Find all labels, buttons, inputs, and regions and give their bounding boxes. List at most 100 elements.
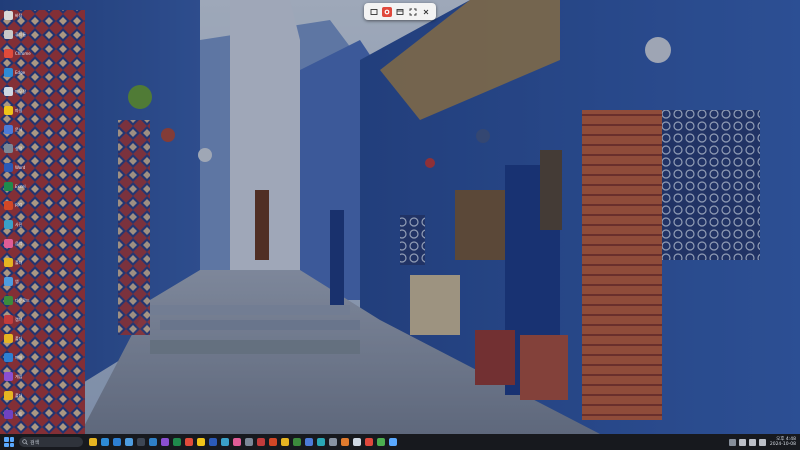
desktop-icon[interactable]: Edge <box>4 63 42 81</box>
desktop-icon[interactable]: 메모장 <box>4 82 42 100</box>
desktop-shortcut-icon <box>4 124 13 134</box>
desktop-icon-label: 다운로드 <box>15 297 30 303</box>
desktop-icon-label: Chrome <box>15 50 31 56</box>
fullscreen-capture-icon[interactable] <box>408 7 418 17</box>
desktop-icon[interactable]: 바탕 <box>4 6 42 24</box>
desktop-icon[interactable]: 노트 <box>4 405 42 423</box>
desktop-icon-column: 바탕휴지통 Chrome Edge 메모장파일문서설정 Word Excel PPT 사진 음악… <box>0 6 46 426</box>
desktop-icon[interactable]: 문서 <box>4 120 42 138</box>
blue-app-icon[interactable] <box>305 438 313 446</box>
word-icon[interactable] <box>209 438 217 446</box>
desktop-icon[interactable]: 메일 <box>4 348 42 366</box>
desktop-shortcut-icon <box>4 409 13 419</box>
rectangle-select-icon[interactable] <box>369 7 379 17</box>
gray-app-icon[interactable] <box>329 438 337 446</box>
chevron-up-icon[interactable] <box>728 438 736 446</box>
desktop-shortcut-icon <box>4 314 13 324</box>
desktop-icon-label: 문서 <box>15 126 23 132</box>
screen-capture-toolbar <box>364 3 436 20</box>
desktop-wallpaper <box>0 0 800 434</box>
desktop-shortcut-icon <box>4 276 13 286</box>
network-icon[interactable] <box>738 438 746 446</box>
recorder-icon[interactable] <box>365 438 373 446</box>
search-icon <box>22 439 28 445</box>
cyan-app-icon[interactable] <box>317 438 325 446</box>
desktop-icon[interactable]: 다운로드 <box>4 291 42 309</box>
desktop-icon[interactable]: 설정 <box>4 139 42 157</box>
white-app-icon[interactable] <box>353 438 361 446</box>
desktop-icon[interactable]: 휴지통 <box>4 25 42 43</box>
desktop-shortcut-icon <box>4 86 13 96</box>
taskbar-pinned-apps <box>89 438 397 446</box>
desktop-shortcut-icon <box>4 390 13 400</box>
desktop-icon[interactable]: Word <box>4 158 42 176</box>
desktop-icon-label: 파일 <box>15 107 23 113</box>
music-icon[interactable] <box>233 438 241 446</box>
desktop-icon[interactable]: 음악 <box>4 234 42 252</box>
desktop-icon-label: 노트 <box>15 411 23 417</box>
terminal-icon[interactable] <box>137 438 145 446</box>
desktop-shortcut-icon <box>4 333 13 343</box>
record-icon[interactable] <box>381 6 392 17</box>
file-explorer-icon[interactable] <box>89 438 97 446</box>
close-icon[interactable] <box>421 7 431 17</box>
store-icon[interactable] <box>125 438 133 446</box>
desktop-icon[interactable]: Chrome <box>4 44 42 62</box>
photos-icon[interactable] <box>221 438 229 446</box>
start-button[interactable] <box>4 437 14 447</box>
desktop-icon-label: 설정 <box>15 145 23 151</box>
desktop-shortcut-icon <box>4 181 13 191</box>
desktop-shortcut-icon <box>4 295 13 305</box>
desktop-icon-label: 폴더 <box>15 335 23 341</box>
desktop-icon[interactable]: 앱 <box>4 272 42 290</box>
desktop-icon-label: 메모장 <box>15 88 27 94</box>
desktop-shortcut-icon <box>4 219 13 229</box>
desktop-icon-label: 메일 <box>15 354 23 360</box>
desktop-shortcut-icon <box>4 371 13 381</box>
window-capture-icon[interactable] <box>395 7 405 17</box>
desktop-icon[interactable]: 파일 <box>4 101 42 119</box>
desktop-icon-label: 바탕 <box>15 12 23 18</box>
sky-app-icon[interactable] <box>389 438 397 446</box>
windows-logo-icon <box>4 437 9 442</box>
taskbar-clock[interactable]: 오후 4:48 2024-10-08 <box>770 437 796 447</box>
desktop-icon-label: PPT <box>15 202 23 208</box>
spreadsheet-icon[interactable] <box>173 438 181 446</box>
battery-icon[interactable] <box>758 438 766 446</box>
chat-icon[interactable] <box>161 438 169 446</box>
desktop-icon[interactable]: 게임 <box>4 367 42 385</box>
settings-icon[interactable] <box>245 438 253 446</box>
desktop-icon-label: 휴지통 <box>15 31 27 37</box>
clock-date: 2024-10-08 <box>769 442 796 447</box>
desktop-icon[interactable]: 사진 <box>4 215 42 233</box>
notes-icon[interactable] <box>197 438 205 446</box>
code-editor-icon[interactable] <box>149 438 157 446</box>
search-placeholder: 검색 <box>30 439 40 446</box>
desktop-icon-label: 폴더 <box>15 392 23 398</box>
green-app-2-icon[interactable] <box>377 438 385 446</box>
desktop-icon-label: 게임 <box>15 373 23 379</box>
volume-icon[interactable] <box>748 438 756 446</box>
desktop-icon-label: 캡처 <box>15 316 23 322</box>
system-tray <box>728 438 766 446</box>
desktop-icon-label: Edge <box>15 69 26 75</box>
video-icon[interactable] <box>269 438 277 446</box>
folder-icon[interactable] <box>281 438 289 446</box>
green-app-icon[interactable] <box>293 438 301 446</box>
taskbar-search-box[interactable]: 검색 <box>19 437 83 447</box>
browser-icon[interactable] <box>101 438 109 446</box>
desktop-icon[interactable]: 폴더 <box>4 329 42 347</box>
desktop-shortcut-icon <box>4 352 13 362</box>
chrome-icon[interactable] <box>185 438 193 446</box>
desktop-icon[interactable]: 폴더 <box>4 386 42 404</box>
mail-icon[interactable] <box>113 438 121 446</box>
desktop-icon[interactable]: 폴더 <box>4 253 42 271</box>
desktop-shortcut-icon <box>4 105 13 115</box>
desktop-icon[interactable]: Excel <box>4 177 42 195</box>
desktop-icon[interactable]: 캡처 <box>4 310 42 328</box>
orange-app-icon[interactable] <box>341 438 349 446</box>
desktop-shortcut-icon <box>4 162 13 172</box>
desktop-icon[interactable]: PPT <box>4 196 42 214</box>
desktop-shortcut-icon <box>4 238 13 248</box>
calendar-icon[interactable] <box>257 438 265 446</box>
